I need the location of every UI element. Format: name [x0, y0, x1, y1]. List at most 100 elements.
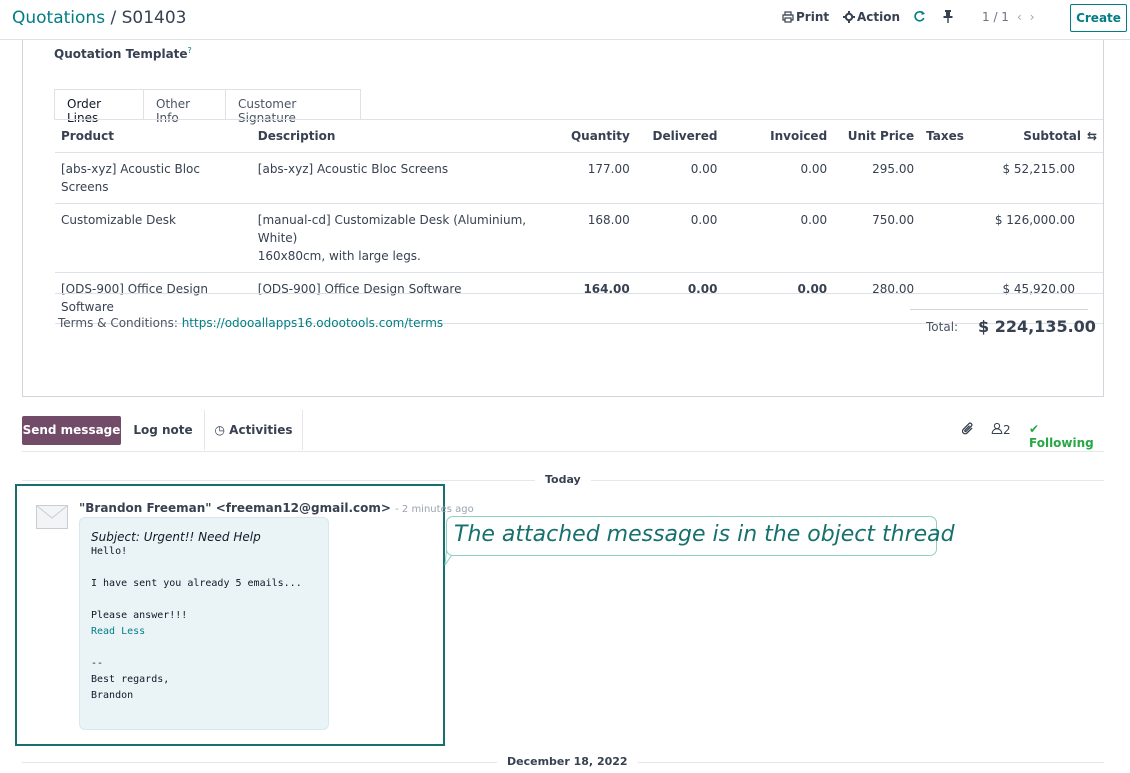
gear-icon — [843, 11, 855, 23]
attachment-button[interactable] — [961, 422, 975, 441]
action-label: Action — [857, 10, 901, 24]
check-icon: ✔ — [1029, 422, 1040, 436]
column-header-description[interactable]: Description — [251, 120, 565, 153]
pager-value[interactable]: 1 / 1 — [982, 10, 1009, 24]
send-message-button[interactable]: Send message — [22, 416, 121, 445]
day-separator-today: Today — [535, 473, 591, 486]
column-header-delivered[interactable]: Delivered — [635, 120, 724, 153]
pin-icon — [943, 10, 953, 23]
help-tooltip-icon[interactable]: ? — [188, 46, 192, 55]
message-bubble: Subject: Urgent!! Need Help Hello! ​ I hav… — [79, 517, 329, 730]
message-author-name[interactable]: "Brandon Freeman" <freeman12@gmail.com> — [79, 501, 391, 515]
message-body: Hello! ​ I have sent you already 5 emails.… — [91, 544, 317, 704]
add-line-row[interactable] — [55, 263, 1103, 294]
form-sheet: Quotation Template? Order Lines Other In… — [22, 40, 1104, 397]
pin-button[interactable] — [943, 10, 955, 24]
total-amount: $ 224,135.00 — [978, 317, 1096, 336]
cell-delivered[interactable]: 0.00 — [635, 203, 724, 273]
terms-and-conditions: Terms & Conditions: https://odooallapps1… — [58, 316, 443, 330]
paperclip-icon — [961, 422, 973, 435]
column-header-quantity[interactable]: Quantity — [564, 120, 636, 153]
column-header-subtotal-label: Subtotal — [1023, 128, 1081, 143]
cell-quantity[interactable]: 168.00 — [564, 203, 636, 273]
user-icon — [991, 422, 1003, 434]
annotation-callout: The attached message is in the object th… — [446, 516, 955, 556]
quotation-template-field: Quotation Template? — [54, 46, 192, 61]
message-author: "Brandon Freeman" <freeman12@gmail.com> … — [79, 501, 474, 515]
cell-description-line: [manual-cd] Customizable Desk (Aluminium… — [257, 212, 527, 245]
cell-description[interactable]: [abs-xyz] Acoustic Bloc Screens — [251, 152, 565, 204]
message-signature-line: ​ — [91, 640, 317, 656]
chatter-topbar: Send message Log note ◷ Activities 2 ✔ F… — [22, 410, 1104, 452]
column-header-subtotal[interactable]: Subtotal ⇆ — [969, 120, 1103, 153]
cell-taxes[interactable] — [920, 203, 970, 273]
column-header-invoiced[interactable]: Invoiced — [723, 120, 834, 153]
message-body-line: Hello! — [91, 546, 128, 557]
tab-customer-signature[interactable]: Customer Signature — [225, 89, 361, 125]
total-label: Total: — [926, 320, 959, 334]
total-divider — [910, 309, 1088, 310]
followers-count: 2 — [1003, 423, 1011, 437]
chevron-right-icon[interactable]: › — [1030, 10, 1035, 24]
tab-other-info[interactable]: Other Info — [144, 89, 226, 125]
tab-order-lines[interactable]: Order Lines — [54, 89, 144, 125]
cell-invoiced[interactable]: 0.00 — [723, 152, 834, 204]
cell-description-line-2: 160x80cm, with large legs. — [257, 248, 421, 263]
cell-invoiced[interactable]: 0.00 — [723, 203, 834, 273]
print-button[interactable]: Print — [782, 10, 829, 24]
cell-description-line: [abs-xyz] Acoustic Bloc Screens — [257, 161, 449, 176]
column-settings-icon[interactable]: ⇆ — [1087, 129, 1097, 143]
message-timestamp: - 2 minutes ago — [395, 504, 474, 515]
table-row[interactable]: Customizable Desk [manual-cd] Customizab… — [55, 203, 1103, 273]
message-body-line: ​ — [91, 592, 317, 608]
create-button[interactable]: Create — [1070, 4, 1127, 32]
terms-label: Terms & Conditions: — [58, 316, 182, 330]
cell-subtotal: $ 52,215.00 — [969, 152, 1103, 204]
cell-delivered[interactable]: 0.00 — [635, 152, 724, 204]
cell-description[interactable]: [manual-cd] Customizable Desk (Aluminium… — [251, 203, 565, 273]
breadcrumb-parent-link[interactable]: Quotations — [12, 8, 105, 28]
cell-product[interactable]: [abs-xyz] Acoustic Bloc Screens — [55, 152, 252, 204]
cell-subtotal: $ 126,000.00 — [969, 203, 1103, 273]
refresh-icon — [914, 11, 925, 22]
clock-icon: ◷ — [214, 423, 225, 437]
pager: 1 / 1 ‹ › — [982, 10, 1035, 24]
following-button[interactable]: ✔ Following — [1029, 422, 1104, 450]
message-body-line: ​ — [91, 560, 317, 576]
quotation-template-label: Quotation Template — [54, 47, 188, 61]
table-header-row: Product Description Quantity Delivered I… — [55, 120, 1103, 153]
chevron-left-icon[interactable]: ‹ — [1017, 10, 1022, 24]
column-header-unit-price[interactable]: Unit Price — [833, 120, 921, 153]
message-highlight-frame: "Brandon Freeman" <freeman12@gmail.com> … — [15, 484, 474, 746]
message-signature-line: Brandon — [91, 690, 134, 701]
cell-unit-price[interactable]: 295.00 — [833, 152, 921, 204]
control-panel: Quotations / S01403 Print Action 1 / 1 ‹ ›… — [0, 0, 1130, 40]
action-button[interactable]: Action — [843, 10, 900, 24]
cell-taxes[interactable] — [920, 152, 970, 204]
following-label: Following — [1029, 436, 1094, 450]
breadcrumb-current: S01403 — [121, 8, 187, 28]
terms-link[interactable]: https://odooallapps16.odootools.com/term… — [182, 316, 443, 330]
breadcrumb: Quotations / S01403 — [12, 8, 186, 28]
followers-button[interactable]: 2 — [991, 422, 1011, 437]
print-label: Print — [796, 10, 830, 24]
message-body-line: Please answer!!! — [91, 610, 188, 621]
column-header-product[interactable]: Product — [55, 120, 252, 153]
discard-button[interactable] — [913, 10, 928, 24]
cell-quantity[interactable]: 177.00 — [564, 152, 636, 204]
log-note-button[interactable]: Log note — [122, 416, 204, 445]
day-separator-date: December 18, 2022 — [497, 755, 638, 768]
cell-product[interactable]: Customizable Desk — [55, 203, 252, 273]
message-subject: Subject: Urgent!! Need Help — [91, 530, 261, 544]
activities-button[interactable]: ◷ Activities — [204, 410, 303, 450]
message-signature-line: -- — [91, 658, 104, 669]
message-signature-line: Best regards, — [91, 674, 170, 685]
read-less-link[interactable]: Read Less — [91, 624, 317, 640]
table-row[interactable]: [abs-xyz] Acoustic Bloc Screens [abs-xyz… — [55, 152, 1103, 204]
cell-unit-price[interactable]: 750.00 — [833, 203, 921, 273]
callout-text: The attached message is in the object th… — [454, 522, 955, 547]
envelope-icon — [36, 505, 68, 529]
column-header-taxes[interactable]: Taxes — [920, 120, 970, 153]
message-body-line: I have sent you already 5 emails... — [91, 578, 302, 589]
breadcrumb-separator: / — [105, 8, 122, 28]
